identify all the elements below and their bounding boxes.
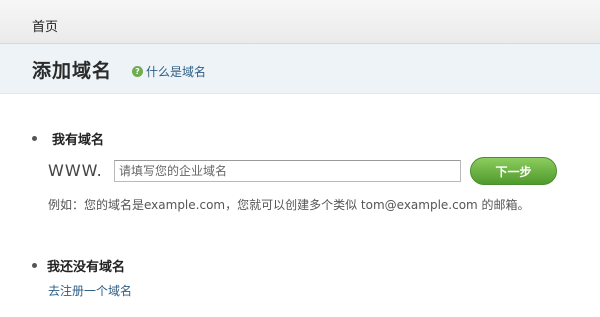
domain-input[interactable] — [114, 160, 461, 182]
page-header: 添加域名 ? 什么是域名 — [0, 44, 600, 94]
bullet-icon — [32, 263, 37, 268]
what-is-domain-link[interactable]: ? 什么是域名 — [132, 63, 206, 80]
register-domain-link[interactable]: 去注册一个域名 — [48, 282, 132, 299]
no-domain-section-title: 我还没有域名 — [32, 256, 125, 275]
have-domain-section-title: 我有域名 — [32, 129, 104, 148]
question-circle-icon: ? — [132, 66, 143, 77]
next-step-button[interactable]: 下一步 — [470, 157, 557, 185]
domain-example-hint: 例如：您的域名是example.com，您就可以创建多个类似 tom@examp… — [48, 198, 530, 212]
what-is-domain-label: 什么是域名 — [146, 65, 207, 79]
top-nav-bar: 首页 — [0, 0, 600, 44]
www-prefix: WWW. — [48, 161, 103, 180]
home-link[interactable]: 首页 — [32, 16, 58, 35]
bullet-icon — [32, 136, 37, 141]
have-domain-label: 我有域名 — [52, 133, 105, 148]
page-title: 添加域名 — [32, 60, 113, 82]
no-domain-label: 我还没有域名 — [47, 260, 126, 275]
